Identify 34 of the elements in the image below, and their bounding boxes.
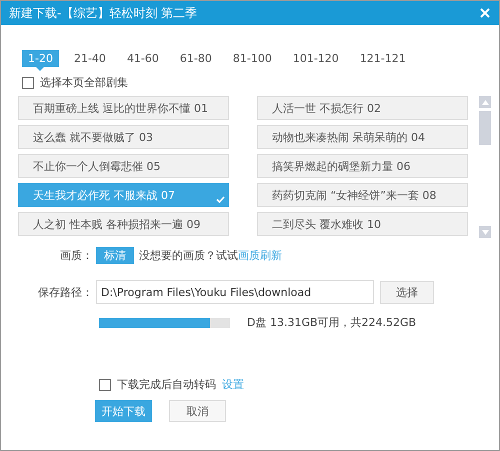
page-tab[interactable]: 61-80 xyxy=(174,50,218,67)
cancel-button[interactable]: 取消 xyxy=(169,400,226,422)
quality-label: 画质： xyxy=(59,248,94,263)
episode-item[interactable]: 这么蠢 就不要做贼了 03 xyxy=(18,125,229,149)
episode-item[interactable]: 人之初 性本贱 各种损招来一遍 09 xyxy=(18,212,229,236)
window-title: 新建下载-【综艺】轻松时刻 第二季 xyxy=(9,4,198,22)
down-triangle-icon xyxy=(482,230,488,234)
scroll-down-button[interactable] xyxy=(479,226,491,238)
choose-button[interactable]: 选择 xyxy=(380,280,434,304)
episode-item[interactable]: 搞笑界燃起的碉堡新力量 06 xyxy=(257,154,468,178)
quality-hint: 没想要的画质？试试 xyxy=(139,248,238,263)
checkbox[interactable] xyxy=(22,76,34,88)
page-tab[interactable]: 81-100 xyxy=(226,50,278,67)
episode-item[interactable]: 二到尽头 覆水难收 10 xyxy=(257,212,468,236)
save-path-field[interactable]: D:\Program Files\Youku Files\download xyxy=(96,280,374,304)
checkbox-label: 下载完成后自动转码 xyxy=(117,377,216,392)
close-icon[interactable] xyxy=(480,8,490,18)
disk-space-text: D盘 13.31GB可用，共224.52GB xyxy=(247,315,416,330)
episode-item[interactable]: 动物也来凑热闹 呆萌呆萌的 04 xyxy=(257,125,468,149)
checkbox-label: 选择本页全部剧集 xyxy=(40,75,128,90)
episode-item[interactable]: 人活一世 不损怎行 02 xyxy=(257,96,468,120)
episode-item[interactable]: 百期重磅上线 逗比的世界你不懂 01 xyxy=(18,96,229,120)
page-tab[interactable]: 41-60 xyxy=(120,50,165,67)
episode-item[interactable]: 药药切克闹 “女神经饼”来一套 08 xyxy=(257,183,468,207)
checkmark-icon xyxy=(216,196,225,203)
scroll-thumb[interactable] xyxy=(479,111,491,145)
up-triangle-icon xyxy=(482,100,488,104)
page-tab[interactable]: 121-121 xyxy=(354,50,412,67)
episode-item[interactable]: 不止你一个人倒霉悲催 05 xyxy=(18,154,229,178)
page-tab[interactable]: 21-40 xyxy=(68,50,112,67)
scroll-up-button[interactable] xyxy=(479,96,491,108)
page-tab[interactable]: 101-120 xyxy=(286,50,345,67)
checkbox[interactable] xyxy=(99,378,111,390)
save-path-label: 保存路径： xyxy=(37,284,94,300)
